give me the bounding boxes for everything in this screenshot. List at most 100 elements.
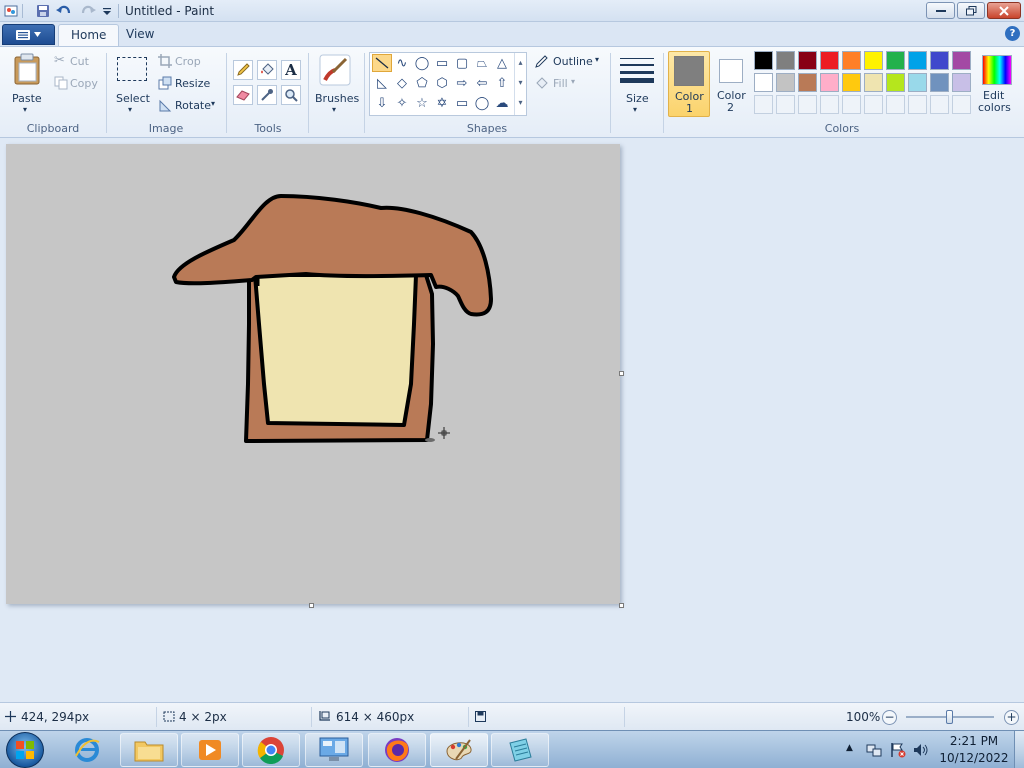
custom-color-slot[interactable] <box>798 95 817 114</box>
curve-shape-icon[interactable]: ∿ <box>392 54 412 72</box>
triangle-shape-icon[interactable]: △ <box>492 54 512 72</box>
close-button[interactable] <box>987 2 1021 19</box>
size-dropdown-icon[interactable]: ▾ <box>633 105 637 114</box>
maximize-button[interactable] <box>957 2 985 19</box>
internet-explorer-icon[interactable] <box>66 735 108 765</box>
pentagon-shape-icon[interactable]: ⬠ <box>412 74 432 92</box>
palette-swatch[interactable] <box>930 51 949 70</box>
help-icon[interactable]: ? <box>1005 26 1020 41</box>
palette-swatch[interactable] <box>886 73 905 92</box>
up-arrow-shape-icon[interactable]: ⇧ <box>492 74 512 92</box>
start-button[interactable] <box>6 732 44 768</box>
shapes-more-icon[interactable]: ▾ <box>515 93 526 113</box>
custom-color-slot[interactable] <box>820 95 839 114</box>
palette-swatch[interactable] <box>864 51 883 70</box>
copy-button[interactable]: Copy <box>52 75 102 93</box>
palette-swatch[interactable] <box>798 73 817 92</box>
right-triangle-shape-icon[interactable]: ◺ <box>372 74 392 92</box>
tab-view[interactable]: View <box>114 24 166 46</box>
right-arrow-shape-icon[interactable]: ⇨ <box>452 74 472 92</box>
remote-desktop-taskbar-button[interactable] <box>305 733 363 767</box>
palette-swatch[interactable] <box>930 73 949 92</box>
edit-colors-button[interactable]: Edit colors <box>976 51 1020 117</box>
down-arrow-shape-icon[interactable]: ⇩ <box>372 94 392 112</box>
zoom-in-button[interactable]: + <box>1004 710 1019 725</box>
select-button[interactable]: Select ▾ <box>112 51 152 119</box>
oval-callout-shape-icon[interactable]: ◯ <box>472 94 492 112</box>
chrome-taskbar-button[interactable] <box>242 733 300 767</box>
tab-home[interactable]: Home <box>58 24 120 46</box>
undo-icon[interactable] <box>55 2 73 20</box>
palette-swatch[interactable] <box>754 73 773 92</box>
action-center-flag-icon[interactable] <box>890 742 906 758</box>
palette-swatch[interactable] <box>842 51 861 70</box>
palette-swatch[interactable] <box>908 73 927 92</box>
polygon-shape-icon[interactable]: ⏢ <box>472 54 492 72</box>
resize-button[interactable]: Resize <box>157 75 217 93</box>
palette-swatch[interactable] <box>754 51 773 70</box>
diamond-shape-icon[interactable]: ◇ <box>392 74 412 92</box>
paste-dropdown-icon[interactable]: ▾ <box>23 105 27 114</box>
palette-swatch[interactable] <box>776 73 795 92</box>
eraser-icon[interactable] <box>233 85 253 105</box>
text-tool-icon[interactable]: A <box>281 60 301 80</box>
line-shape-icon[interactable] <box>372 54 392 72</box>
palette-swatch[interactable] <box>952 73 971 92</box>
crop-button[interactable]: Crop <box>157 53 217 71</box>
custom-color-slot[interactable] <box>776 95 795 114</box>
palette-swatch[interactable] <box>776 51 795 70</box>
magnifier-icon[interactable] <box>281 85 301 105</box>
zoom-out-button[interactable]: − <box>882 710 897 725</box>
paste-button[interactable]: Paste ▾ <box>6 51 48 119</box>
rounded-rectangle-shape-icon[interactable]: ▢ <box>452 54 472 72</box>
notepad-taskbar-button[interactable] <box>491 733 549 767</box>
shapes-scroll-up-icon[interactable]: ▴ <box>515 53 526 73</box>
resize-handle-right[interactable] <box>619 371 624 376</box>
palette-swatch[interactable] <box>820 73 839 92</box>
rectangle-shape-icon[interactable]: ▭ <box>432 54 452 72</box>
show-desktop-button[interactable] <box>1014 731 1024 768</box>
minimize-button[interactable] <box>926 2 955 19</box>
size-button[interactable]: Size ▾ <box>616 51 658 119</box>
color2-button[interactable]: Color 2 <box>712 51 752 117</box>
network-icon[interactable] <box>866 742 882 758</box>
hexagon-shape-icon[interactable]: ⬡ <box>432 74 452 92</box>
cloud-callout-shape-icon[interactable]: ☁ <box>492 94 512 112</box>
palette-swatch[interactable] <box>908 51 927 70</box>
custom-color-slot[interactable] <box>886 95 905 114</box>
volume-icon[interactable] <box>913 742 929 758</box>
save-icon[interactable] <box>34 2 52 20</box>
firefox-taskbar-button[interactable] <box>368 733 426 767</box>
rotate-dropdown-icon[interactable]: ▾ <box>211 99 215 108</box>
brushes-button[interactable]: Brushes ▾ <box>313 51 359 119</box>
left-arrow-shape-icon[interactable]: ⇦ <box>472 74 492 92</box>
palette-swatch[interactable] <box>886 51 905 70</box>
redo-icon[interactable] <box>79 2 97 20</box>
resize-handle-bottom[interactable] <box>309 603 314 608</box>
rounded-callout-shape-icon[interactable]: ▭ <box>452 94 472 112</box>
four-point-star-shape-icon[interactable]: ✧ <box>392 94 412 112</box>
custom-color-slot[interactable] <box>842 95 861 114</box>
custom-color-slot[interactable] <box>864 95 883 114</box>
zoom-slider-thumb[interactable] <box>946 710 953 724</box>
clock-time[interactable]: 2:21 PM <box>936 734 1012 748</box>
paint-app-icon[interactable] <box>2 2 20 20</box>
color1-button[interactable]: Color 1 <box>668 51 710 117</box>
color-picker-icon[interactable] <box>257 85 277 105</box>
drawing-canvas[interactable] <box>6 144 620 604</box>
show-hidden-icons-button[interactable]: ▲ <box>846 743 853 753</box>
fill-button[interactable]: Fill ▾ <box>533 75 593 93</box>
six-point-star-shape-icon[interactable]: ✡ <box>432 94 452 112</box>
palette-swatch[interactable] <box>952 51 971 70</box>
outline-button[interactable]: Outline ▾ <box>533 53 605 71</box>
rotate-button[interactable]: Rotate ▾ <box>157 97 221 115</box>
cut-button[interactable]: ✂ Cut <box>52 53 102 71</box>
paint-menu-button[interactable] <box>2 24 55 45</box>
palette-swatch[interactable] <box>820 51 839 70</box>
media-player-taskbar-button[interactable] <box>181 733 239 767</box>
file-explorer-taskbar-button[interactable] <box>120 733 178 767</box>
five-point-star-shape-icon[interactable]: ☆ <box>412 94 432 112</box>
customize-toolbar-icon[interactable] <box>98 2 116 20</box>
clock-date[interactable]: 10/12/2022 <box>936 751 1012 765</box>
custom-color-slot[interactable] <box>908 95 927 114</box>
